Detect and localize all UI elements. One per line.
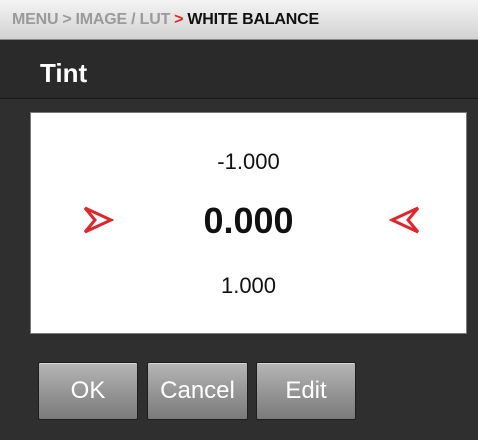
- page-title: Tint: [40, 58, 88, 88]
- ok-button[interactable]: OK: [38, 362, 138, 420]
- breadcrumb: MENU > IMAGE / LUT > WHITE BALANCE: [0, 0, 478, 40]
- breadcrumb-separator-current: >: [174, 10, 184, 28]
- edit-button[interactable]: Edit: [256, 362, 356, 420]
- breadcrumb-item-menu[interactable]: MENU: [12, 11, 59, 29]
- value-below[interactable]: 1.000: [31, 273, 466, 299]
- breadcrumb-separator: >: [62, 10, 72, 28]
- page-header: Tint: [0, 40, 478, 99]
- breadcrumb-item-image-lut[interactable]: IMAGE / LUT: [75, 11, 170, 29]
- cancel-button[interactable]: Cancel: [147, 362, 248, 420]
- value-above[interactable]: -1.000: [31, 149, 466, 175]
- breadcrumb-current: WHITE BALANCE: [187, 10, 319, 28]
- chevron-left-outline-icon[interactable]: [389, 205, 421, 235]
- value-picker-panel: -1.000 0.000 1.000: [30, 112, 467, 334]
